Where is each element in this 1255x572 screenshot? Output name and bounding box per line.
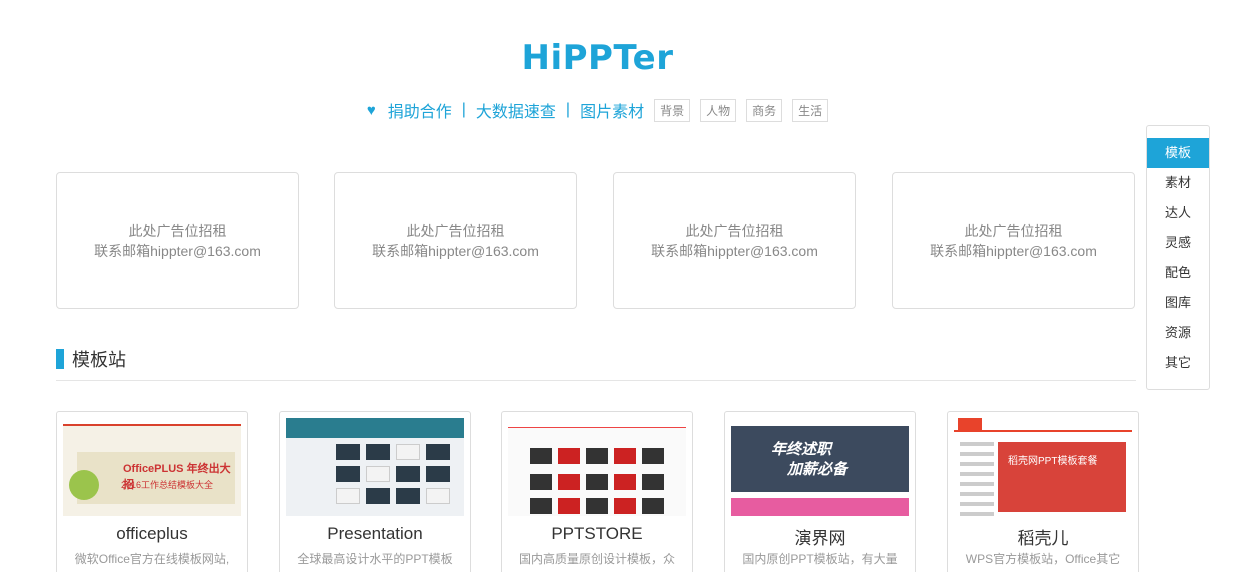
site-header: HiPPTer	[0, 38, 1195, 78]
site-thumbnail: OfficePLUS 年终出大招 2016工作总结模板大全	[63, 418, 241, 516]
ad-slot[interactable]: 此处广告位招租 联系邮箱hippter@163.com	[334, 172, 577, 309]
sidebar-item-materials[interactable]: 素材	[1147, 168, 1209, 198]
nav-link-donate[interactable]: 捐助合作	[388, 98, 452, 122]
ad-line: 此处广告位招租	[685, 222, 784, 239]
card-title: 演界网	[794, 529, 846, 548]
thumb-text: 2016工作总结模板大全	[121, 480, 214, 490]
sidebar-item-templates[interactable]: 模板	[1147, 138, 1209, 168]
sidebar-item-gallery[interactable]: 图库	[1147, 288, 1209, 318]
section-divider	[56, 380, 1136, 381]
ad-email: 联系邮箱hippter@163.com	[651, 242, 818, 259]
heart-icon: ♥	[366, 101, 376, 119]
section-accent-bar	[56, 349, 64, 369]
ad-line: 此处广告位招租	[128, 222, 227, 239]
nav-link-images[interactable]: 图片素材	[580, 98, 644, 122]
sidebar-item-colors[interactable]: 配色	[1147, 258, 1209, 288]
site-thumbnail: 年终述职 加薪必备	[731, 418, 909, 516]
card-description: 微软Office官方在线模板网站,	[74, 552, 230, 566]
tag-people[interactable]: 人物	[700, 98, 737, 122]
card-description: 全球最高设计水平的PPT模板	[297, 552, 453, 566]
thumb-text: 稻壳网PPT模板套餐	[1008, 456, 1098, 467]
card-title: Presentation	[327, 524, 423, 543]
tag-life[interactable]: 生活	[792, 98, 829, 122]
section-title: 模板站	[72, 350, 126, 370]
nav-separator: |	[461, 101, 466, 118]
card-description: 国内原创PPT模板站，有大量	[742, 552, 898, 566]
section-heading: 模板站	[56, 346, 126, 372]
ad-slot[interactable]: 此处广告位招租 联系邮箱hippter@163.com	[613, 172, 856, 309]
thumb-text: 加薪必备	[787, 461, 848, 478]
site-thumbnail	[286, 418, 464, 516]
ad-line: 此处广告位招租	[406, 222, 505, 239]
ad-email: 联系邮箱hippter@163.com	[94, 242, 261, 259]
sidebar-item-others[interactable]: 其它	[1147, 348, 1209, 378]
sidebar-item-resources[interactable]: 资源	[1147, 318, 1209, 348]
thumb-text: 年终述职	[771, 441, 832, 458]
ad-slot[interactable]: 此处广告位招租 联系邮箱hippter@163.com	[892, 172, 1135, 309]
card-title: 稻壳儿	[1017, 529, 1069, 548]
card-description: WPS官方模板站，Office其它	[965, 552, 1121, 566]
ad-email: 联系邮箱hippter@163.com	[372, 242, 539, 259]
card-title: PPTSTORE	[551, 524, 643, 543]
site-card-officeplus[interactable]: OfficePLUS 年终出大招 2016工作总结模板大全 officeplus…	[56, 411, 248, 572]
nav-link-bigdata[interactable]: 大数据速查	[476, 98, 556, 122]
tag-background[interactable]: 背景	[654, 98, 691, 122]
category-sidebar: 模板 素材 达人 灵感 配色 图库 资源 其它	[1146, 125, 1210, 390]
site-thumbnail	[508, 418, 686, 516]
ad-line: 此处广告位招租	[964, 222, 1063, 239]
card-title: officeplus	[116, 524, 188, 543]
sidebar-item-experts[interactable]: 达人	[1147, 198, 1209, 228]
nav-separator: |	[565, 101, 571, 118]
sub-nav: ♥ 捐助合作 | 大数据速查 | 图片素材 背景 人物 商务 生活	[0, 98, 1195, 122]
site-card-pptstore[interactable]: PPTSTORE 国内高质量原创设计模板，众	[501, 411, 693, 572]
tag-business[interactable]: 商务	[746, 98, 783, 122]
site-card-presentation[interactable]: Presentation 全球最高设计水平的PPT模板	[279, 411, 471, 572]
site-logo[interactable]: HiPPTer	[0, 38, 1195, 78]
ad-slot[interactable]: 此处广告位招租 联系邮箱hippter@163.com	[56, 172, 299, 309]
site-card-yanjie[interactable]: 年终述职 加薪必备 演界网 国内原创PPT模板站，有大量	[724, 411, 916, 572]
site-card-docer[interactable]: 稻壳网PPT模板套餐 稻壳儿 WPS官方模板站，Office其它	[947, 411, 1139, 572]
site-thumbnail: 稻壳网PPT模板套餐	[954, 418, 1132, 516]
ad-email: 联系邮箱hippter@163.com	[930, 242, 1097, 259]
card-description: 国内高质量原创设计模板，众	[518, 552, 675, 566]
sidebar-item-inspiration[interactable]: 灵感	[1147, 228, 1209, 258]
